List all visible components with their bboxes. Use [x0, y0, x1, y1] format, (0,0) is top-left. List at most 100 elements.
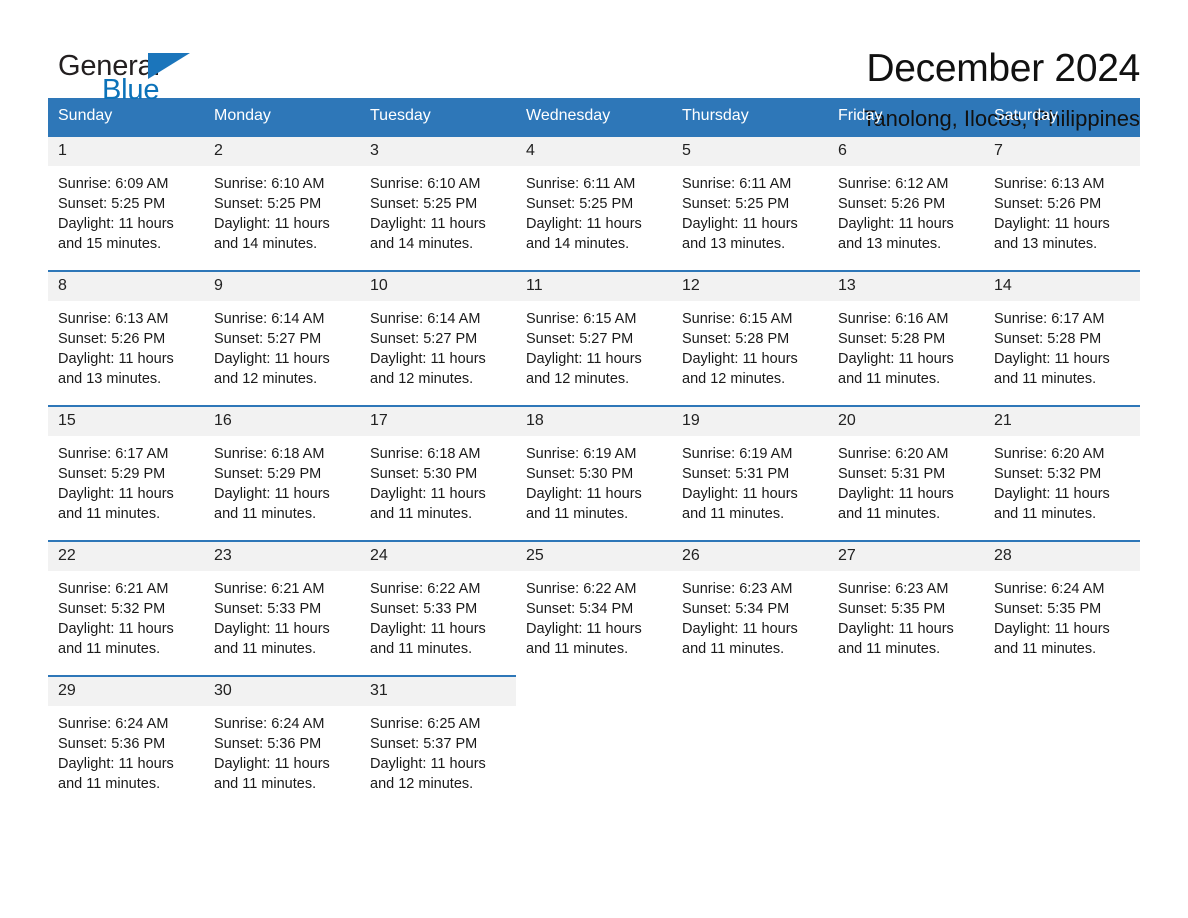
calendar-day-cell[interactable]: 16 Sunrise: 6:18 AM Sunset: 5:29 PM Dayligh… — [204, 405, 360, 541]
daylight-text-line2: and 11 minutes. — [682, 506, 785, 522]
day-number: 1 — [48, 137, 204, 166]
calendar-day-cell[interactable]: 15 Sunrise: 6:17 AM Sunset: 5:29 PM Dayligh… — [48, 405, 204, 541]
calendar-day-cell[interactable]: 30 Sunrise: 6:24 AM Sunset: 5:36 PM Dayligh… — [204, 675, 360, 811]
day-sun-info: Sunrise: 6:14 AM Sunset: 5:27 PM Daylight:… — [360, 301, 516, 389]
calendar-day-cell[interactable]: 28 Sunrise: 6:24 AM Sunset: 5:35 PM Dayligh… — [984, 540, 1140, 676]
calendar-day-cell[interactable]: 25 Sunrise: 6:22 AM Sunset: 5:34 PM Dayligh… — [516, 540, 672, 676]
day-sun-info: Sunrise: 6:09 AM Sunset: 5:25 PM Daylight:… — [48, 166, 204, 254]
daylight-text-line2: and 11 minutes. — [526, 641, 629, 657]
sunset-text: Sunset: 5:26 PM — [58, 331, 166, 347]
sunrise-text: Sunrise: 6:12 AM — [838, 176, 949, 192]
calendar-day-cell[interactable]: 13 Sunrise: 6:16 AM Sunset: 5:28 PM Dayligh… — [828, 270, 984, 406]
sunrise-text: Sunrise: 6:18 AM — [214, 446, 325, 462]
daylight-text-line2: and 11 minutes. — [994, 506, 1097, 522]
daylight-text-line2: and 12 minutes. — [370, 371, 474, 387]
calendar-day-cell[interactable]: 17 Sunrise: 6:18 AM Sunset: 5:30 PM Dayligh… — [360, 405, 516, 541]
sunrise-text: Sunrise: 6:10 AM — [370, 176, 481, 192]
calendar-day-cell[interactable]: 21 Sunrise: 6:20 AM Sunset: 5:32 PM Dayligh… — [984, 405, 1140, 541]
day-number: 9 — [204, 272, 360, 301]
daylight-text-line2: and 11 minutes. — [58, 641, 161, 657]
day-number: 20 — [828, 407, 984, 436]
daylight-text-line2: and 11 minutes. — [214, 776, 317, 792]
calendar-day-cell[interactable]: 18 Sunrise: 6:19 AM Sunset: 5:30 PM Dayligh… — [516, 405, 672, 541]
calendar-day-cell[interactable]: 11 Sunrise: 6:15 AM Sunset: 5:27 PM Dayligh… — [516, 270, 672, 406]
daylight-text-line2: and 11 minutes. — [526, 506, 629, 522]
calendar-week-row: 22 Sunrise: 6:21 AM Sunset: 5:32 PM Dayligh… — [48, 540, 1140, 676]
day-number: 4 — [516, 137, 672, 166]
calendar-day-cell[interactable]: 7 Sunrise: 6:13 AM Sunset: 5:26 PM Daylight… — [984, 135, 1140, 271]
calendar-day-cell[interactable]: 10 Sunrise: 6:14 AM Sunset: 5:27 PM Dayligh… — [360, 270, 516, 406]
calendar-day-cell[interactable]: 23 Sunrise: 6:21 AM Sunset: 5:33 PM Dayligh… — [204, 540, 360, 676]
daylight-text-line1: Daylight: 11 hours — [370, 621, 486, 637]
day-number: 22 — [48, 542, 204, 571]
sunset-text: Sunset: 5:28 PM — [682, 331, 790, 347]
day-number: 7 — [984, 137, 1140, 166]
day-sun-info: Sunrise: 6:13 AM Sunset: 5:26 PM Daylight:… — [984, 166, 1140, 254]
calendar-day-cell[interactable]: 6 Sunrise: 6:12 AM Sunset: 5:26 PM Daylight… — [828, 135, 984, 271]
sunset-text: Sunset: 5:25 PM — [526, 196, 634, 212]
daylight-text-line2: and 11 minutes. — [838, 506, 941, 522]
calendar-day-cell[interactable]: 4 Sunrise: 6:11 AM Sunset: 5:25 PM Daylight… — [516, 135, 672, 271]
day-number: 10 — [360, 272, 516, 301]
calendar-day-cell-empty — [672, 675, 828, 811]
day-sun-info: Sunrise: 6:25 AM Sunset: 5:37 PM Daylight:… — [360, 706, 516, 794]
daylight-text-line1: Daylight: 11 hours — [994, 351, 1110, 367]
calendar-day-cell[interactable]: 27 Sunrise: 6:23 AM Sunset: 5:35 PM Dayligh… — [828, 540, 984, 676]
daylight-text-line1: Daylight: 11 hours — [370, 216, 486, 232]
calendar-day-cell[interactable]: 29 Sunrise: 6:24 AM Sunset: 5:36 PM Dayligh… — [48, 675, 204, 811]
sunrise-text: Sunrise: 6:24 AM — [994, 581, 1105, 597]
sunrise-text: Sunrise: 6:19 AM — [682, 446, 793, 462]
calendar-day-cell[interactable]: 2 Sunrise: 6:10 AM Sunset: 5:25 PM Daylight… — [204, 135, 360, 271]
calendar-day-cell[interactable]: 3 Sunrise: 6:10 AM Sunset: 5:25 PM Daylight… — [360, 135, 516, 271]
calendar-week-row: 8 Sunrise: 6:13 AM Sunset: 5:26 PM Daylight… — [48, 270, 1140, 406]
daylight-text-line2: and 11 minutes. — [58, 506, 161, 522]
page-header: General Blue December 2024 Tanolong, Ilo… — [48, 0, 1140, 131]
daylight-text-line1: Daylight: 11 hours — [682, 486, 798, 502]
calendar-day-cell[interactable]: 12 Sunrise: 6:15 AM Sunset: 5:28 PM Dayligh… — [672, 270, 828, 406]
calendar-day-cell[interactable]: 26 Sunrise: 6:23 AM Sunset: 5:34 PM Dayligh… — [672, 540, 828, 676]
daylight-text-line1: Daylight: 11 hours — [838, 216, 954, 232]
daylight-text-line1: Daylight: 11 hours — [58, 486, 174, 502]
sunrise-text: Sunrise: 6:25 AM — [370, 716, 481, 732]
calendar-day-cell[interactable]: 5 Sunrise: 6:11 AM Sunset: 5:25 PM Daylight… — [672, 135, 828, 271]
day-number: 24 — [360, 542, 516, 571]
sunset-text: Sunset: 5:36 PM — [214, 736, 322, 752]
sunrise-text: Sunrise: 6:11 AM — [526, 176, 636, 192]
sunset-text: Sunset: 5:25 PM — [682, 196, 790, 212]
calendar-day-cell[interactable]: 8 Sunrise: 6:13 AM Sunset: 5:26 PM Daylight… — [48, 270, 204, 406]
calendar-day-cell[interactable]: 31 Sunrise: 6:25 AM Sunset: 5:37 PM Dayligh… — [360, 675, 516, 811]
day-number: 11 — [516, 272, 672, 301]
day-sun-info: Sunrise: 6:22 AM Sunset: 5:33 PM Daylight:… — [360, 571, 516, 659]
sunset-text: Sunset: 5:30 PM — [370, 466, 478, 482]
day-sun-info: Sunrise: 6:24 AM Sunset: 5:36 PM Daylight:… — [204, 706, 360, 794]
daylight-text-line2: and 11 minutes. — [214, 506, 317, 522]
daylight-text-line2: and 11 minutes. — [370, 506, 473, 522]
daylight-text-line1: Daylight: 11 hours — [58, 216, 174, 232]
daylight-text-line1: Daylight: 11 hours — [994, 486, 1110, 502]
calendar-day-cell[interactable]: 14 Sunrise: 6:17 AM Sunset: 5:28 PM Dayligh… — [984, 270, 1140, 406]
calendar-day-cell[interactable]: 19 Sunrise: 6:19 AM Sunset: 5:31 PM Dayligh… — [672, 405, 828, 541]
weekday-header-monday: Monday — [204, 98, 360, 136]
sunrise-text: Sunrise: 6:21 AM — [58, 581, 169, 597]
calendar-day-cell-empty — [516, 675, 672, 811]
day-sun-info: Sunrise: 6:19 AM Sunset: 5:31 PM Daylight:… — [672, 436, 828, 524]
weekday-header-tuesday: Tuesday — [360, 98, 516, 136]
sunset-text: Sunset: 5:28 PM — [838, 331, 946, 347]
daylight-text-line1: Daylight: 11 hours — [214, 486, 330, 502]
calendar-day-cell[interactable]: 1 Sunrise: 6:09 AM Sunset: 5:25 PM Daylight… — [48, 135, 204, 271]
sunset-text: Sunset: 5:31 PM — [682, 466, 790, 482]
daylight-text-line2: and 12 minutes. — [214, 371, 318, 387]
day-sun-info: Sunrise: 6:17 AM Sunset: 5:28 PM Daylight:… — [984, 301, 1140, 389]
calendar-day-cell[interactable]: 20 Sunrise: 6:20 AM Sunset: 5:31 PM Dayligh… — [828, 405, 984, 541]
daylight-text-line2: and 11 minutes. — [994, 641, 1097, 657]
calendar-day-cell[interactable]: 9 Sunrise: 6:14 AM Sunset: 5:27 PM Daylight… — [204, 270, 360, 406]
calendar-day-cell[interactable]: 22 Sunrise: 6:21 AM Sunset: 5:32 PM Dayligh… — [48, 540, 204, 676]
sunrise-text: Sunrise: 6:15 AM — [526, 311, 637, 327]
day-number: 16 — [204, 407, 360, 436]
sunrise-text: Sunrise: 6:17 AM — [994, 311, 1105, 327]
calendar-week-row: 29 Sunrise: 6:24 AM Sunset: 5:36 PM Dayligh… — [48, 675, 1140, 811]
calendar-body: 1 Sunrise: 6:09 AM Sunset: 5:25 PM Daylight… — [48, 135, 1140, 811]
general-blue-logo[interactable]: General Blue — [48, 44, 198, 110]
day-number — [516, 677, 672, 690]
calendar-day-cell[interactable]: 24 Sunrise: 6:22 AM Sunset: 5:33 PM Dayligh… — [360, 540, 516, 676]
